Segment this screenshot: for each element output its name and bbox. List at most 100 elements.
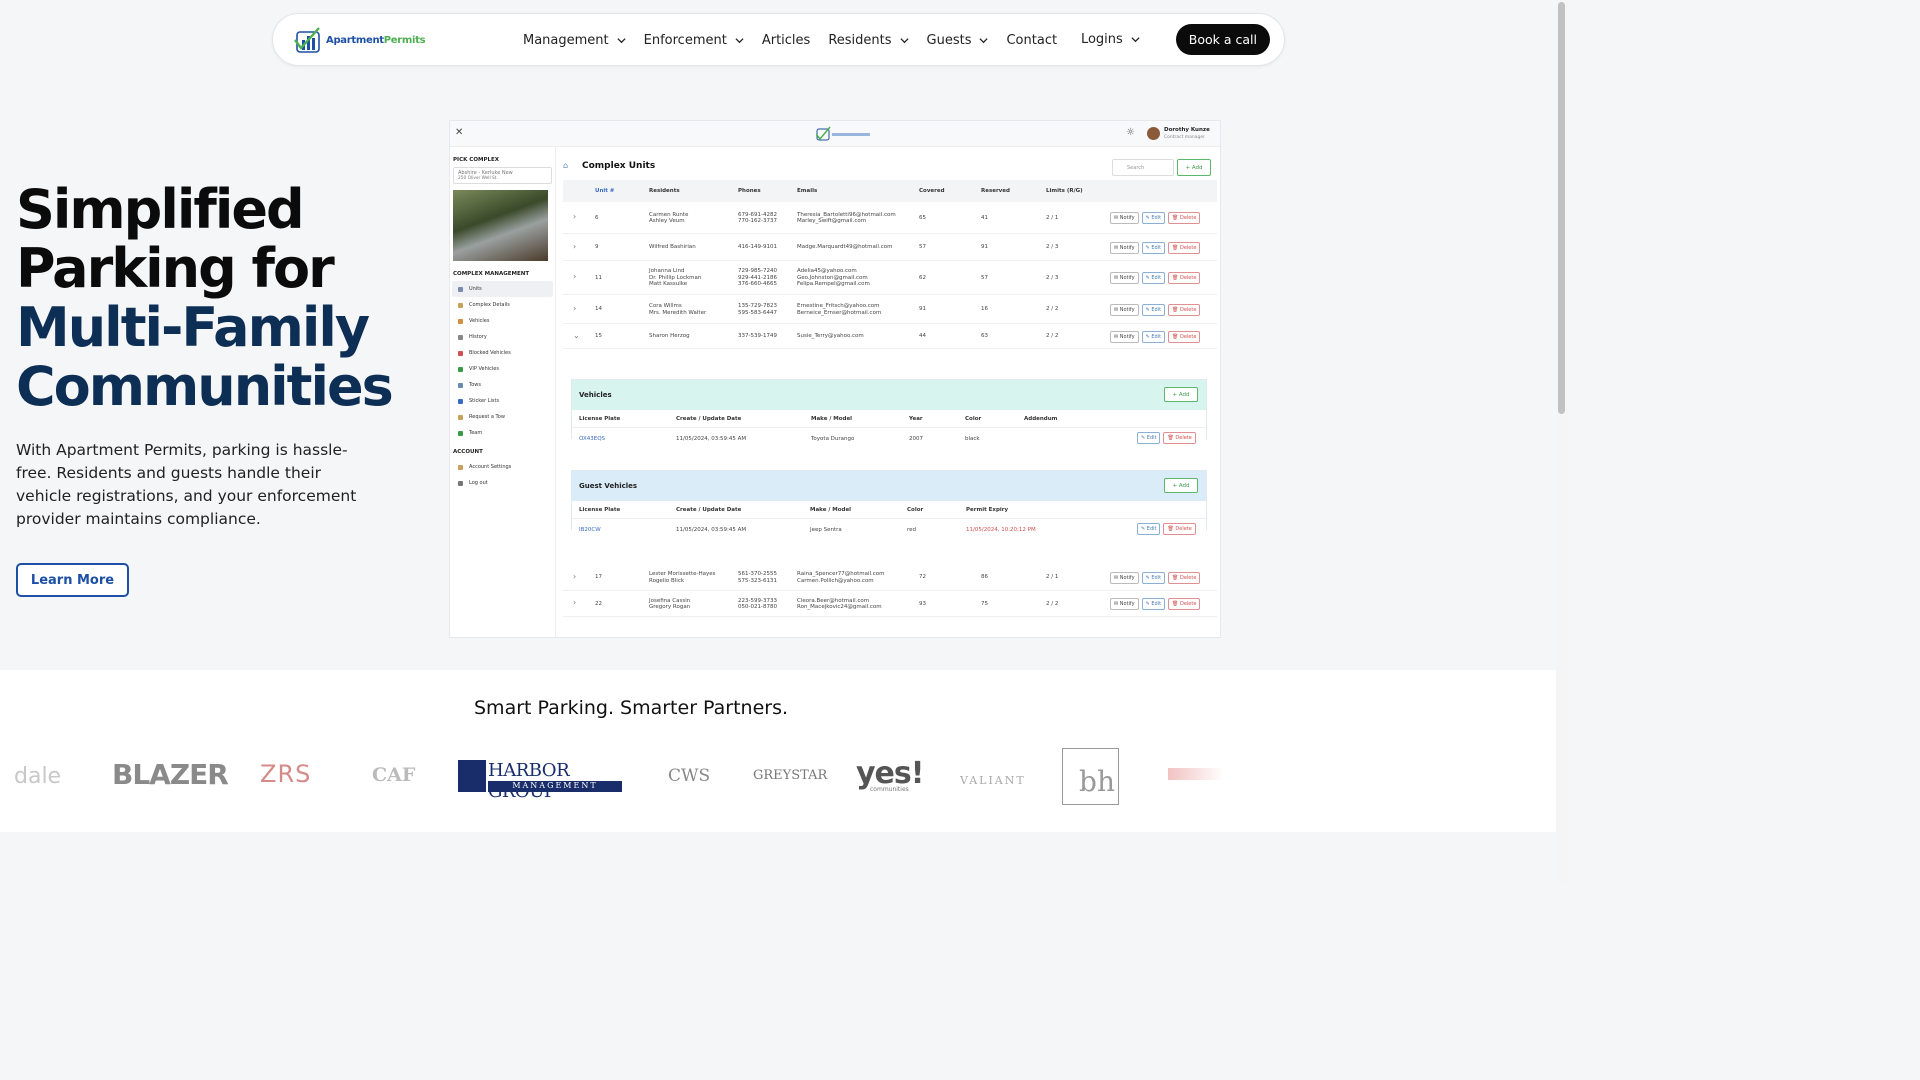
column-header-residents[interactable]: Residents — [649, 188, 680, 194]
sidebar-item-complex-details[interactable]: Complex Details — [452, 297, 553, 313]
sidebar-item-vehicles[interactable]: Vehicles — [452, 313, 553, 329]
delete-button[interactable]: 🗑 Delete — [1168, 571, 1201, 584]
chevron-right-icon[interactable]: › — [573, 572, 576, 581]
add-vehicle-button[interactable]: + Add — [1164, 387, 1198, 402]
account-item-log-out[interactable]: Log out — [452, 475, 553, 491]
table-row[interactable]: › 6 Carmen Runte Ashley Veum 679-691-4282 7… — [563, 202, 1217, 234]
sidebar-item-tows[interactable]: Tows — [452, 377, 553, 393]
sub-column-make-model[interactable]: Make / Model — [811, 416, 852, 423]
theme-sun-icon[interactable]: ☼ — [1126, 127, 1135, 138]
notify-button[interactable]: ✉ Notify — [1110, 330, 1139, 343]
sub-column-color[interactable]: Color — [907, 507, 923, 514]
add-unit-button[interactable]: + Add — [1177, 159, 1211, 176]
sub-column-create-update-date[interactable]: Create / Update Date — [676, 416, 741, 423]
edit-button[interactable]: ✎ Edit — [1141, 241, 1166, 254]
sidebar-item-icon — [458, 286, 463, 292]
sub-column-license-plate[interactable]: License Plate — [579, 507, 620, 514]
notify-button[interactable]: ✉ Notify — [1110, 598, 1139, 610]
delete-button[interactable]: 🗑 Delete — [1163, 523, 1196, 535]
sidebar-item-vip-vehicles[interactable]: VIP Vehicles — [452, 361, 553, 377]
sidebar-item-history[interactable]: History — [452, 329, 553, 345]
delete-button[interactable]: 🗑 Delete — [1168, 303, 1201, 316]
table-row[interactable]: ⌄ 15 Sharon Herzog 337-539-1749 Susie_Terry@… — [563, 324, 1217, 349]
cell-limits: 2 / 2 — [1046, 333, 1059, 340]
table-row[interactable]: › 17 Lester Morissette-Hayes Rogelio Blick… — [563, 564, 1217, 591]
book-call-button[interactable]: Book a call — [1175, 24, 1270, 55]
delete-button[interactable]: 🗑 Delete — [1168, 330, 1201, 343]
column-header-limits-r-g-[interactable]: Limits (R/G) — [1046, 188, 1083, 194]
chevron-right-icon[interactable]: › — [573, 304, 576, 313]
cell-phones: 561-370-2555 575-323-6131 — [738, 571, 777, 584]
edit-button[interactable]: ✎ Edit — [1141, 571, 1166, 584]
edit-button[interactable]: ✎ Edit — [1141, 303, 1166, 316]
sidebar-item-units[interactable]: Units — [452, 281, 553, 297]
nav-item-residents[interactable]: Residents — [828, 33, 909, 48]
column-header-reserved[interactable]: Reserved — [981, 188, 1010, 194]
sub-column-make-model[interactable]: Make / Model — [810, 507, 851, 514]
notify-button[interactable]: ✉ Notify — [1110, 241, 1139, 254]
sidebar-item-blocked-vehicles[interactable]: Blocked Vehicles — [452, 345, 553, 361]
account-item-icon — [458, 464, 463, 470]
table-row[interactable]: › 9 Wilfred Bashirian 416-149-9101 Madge.Mar… — [563, 234, 1217, 261]
logo[interactable]: ApartmentPermits — [293, 24, 426, 56]
sidebar-item-icon — [458, 414, 463, 420]
notify-button[interactable]: ✉ Notify — [1110, 303, 1139, 316]
sub-column-year[interactable]: Year — [909, 416, 923, 423]
search-input[interactable]: Search — [1112, 159, 1174, 176]
logo-text: ApartmentPermits — [326, 34, 426, 46]
edit-button[interactable]: ✎ Edit — [1141, 272, 1166, 284]
nav-item-enforcement[interactable]: Enforcement — [644, 33, 744, 48]
nav-item-guests[interactable]: Guests — [927, 33, 989, 48]
column-header-covered[interactable]: Covered — [919, 188, 945, 194]
edit-button[interactable]: ✎ Edit — [1141, 212, 1166, 224]
avatar[interactable] — [1147, 127, 1160, 140]
cell-emails: Adelia45@yahoo.com Geo.Johnston@gmail.co… — [797, 268, 870, 288]
notify-button[interactable]: ✉ Notify — [1110, 212, 1139, 224]
sub-cell: black — [965, 436, 980, 442]
nav-item-management[interactable]: Management — [523, 33, 626, 48]
logins-menu[interactable]: Logins — [1081, 32, 1140, 47]
sub-column-color[interactable]: Color — [965, 416, 981, 423]
complex-select[interactable]: Abshire - Kerluke New 250 Oliver Well St… — [453, 167, 552, 184]
row-actions: ✉ Notify ✎ Edit 🗑 Delete — [1110, 212, 1201, 224]
sidebar-item-request-a-tow[interactable]: Request a Tow — [452, 409, 553, 425]
chevron-down-icon[interactable]: ⌄ — [573, 331, 580, 340]
account-item-account-settings[interactable]: Account Settings — [452, 459, 553, 475]
sub-column-license-plate[interactable]: License Plate — [579, 416, 620, 423]
column-header-emails[interactable]: Emails — [797, 188, 817, 194]
chevron-right-icon[interactable]: › — [573, 213, 576, 221]
chevron-right-icon[interactable]: › — [573, 599, 576, 607]
sidebar-item-sticker-lists[interactable]: Sticker Lists — [452, 393, 553, 409]
scrollbar-thumb[interactable] — [1558, 2, 1565, 414]
column-header-unit-[interactable]: Unit # — [595, 188, 614, 194]
sub-cell: 2007 — [909, 436, 923, 442]
edit-button[interactable]: ✎ Edit — [1141, 598, 1166, 610]
column-header-phones[interactable]: Phones — [738, 188, 761, 194]
sub-column-create-update-date[interactable]: Create / Update Date — [676, 507, 741, 514]
table-row[interactable]: › 11 Johanna Lind Dr. Phillip Lockman Matt… — [563, 261, 1217, 295]
chevron-down-icon — [735, 38, 744, 44]
notify-button[interactable]: ✉ Notify — [1110, 272, 1139, 284]
delete-button[interactable]: 🗑 Delete — [1168, 272, 1201, 284]
table-row[interactable]: › 14 Cora Willms Mrs. Meredith Walter 135-7… — [563, 295, 1217, 324]
nav-item-articles[interactable]: Articles — [762, 33, 810, 48]
nav-item-contact[interactable]: Contact — [1006, 33, 1057, 48]
sub-column-permit-expiry[interactable]: Permit Expiry — [966, 507, 1008, 514]
delete-button[interactable]: 🗑 Delete — [1168, 212, 1201, 224]
chevron-right-icon[interactable]: › — [573, 242, 576, 251]
chevron-right-icon[interactable]: › — [573, 273, 576, 281]
notify-button[interactable]: ✉ Notify — [1110, 571, 1139, 584]
learn-more-button[interactable]: Learn More — [16, 563, 129, 597]
delete-button[interactable]: 🗑 Delete — [1163, 432, 1196, 444]
cell-unit-number: 11 — [595, 274, 602, 281]
sidebar-item-team[interactable]: Team — [452, 425, 553, 441]
add-guest-vehicle-button[interactable]: + Add — [1164, 478, 1198, 493]
edit-button[interactable]: ✎ Edit — [1141, 330, 1166, 343]
edit-button[interactable]: ✎ Edit — [1137, 523, 1161, 535]
sub-column-addendum[interactable]: Addendum — [1024, 416, 1057, 423]
table-row[interactable]: › 22 Josefina Cassin Gregory Rogan 223-599-… — [563, 591, 1217, 617]
delete-button[interactable]: 🗑 Delete — [1168, 241, 1201, 254]
delete-button[interactable]: 🗑 Delete — [1168, 598, 1201, 610]
edit-button[interactable]: ✎ Edit — [1137, 432, 1161, 444]
close-icon[interactable]: ✕ — [455, 127, 463, 138]
